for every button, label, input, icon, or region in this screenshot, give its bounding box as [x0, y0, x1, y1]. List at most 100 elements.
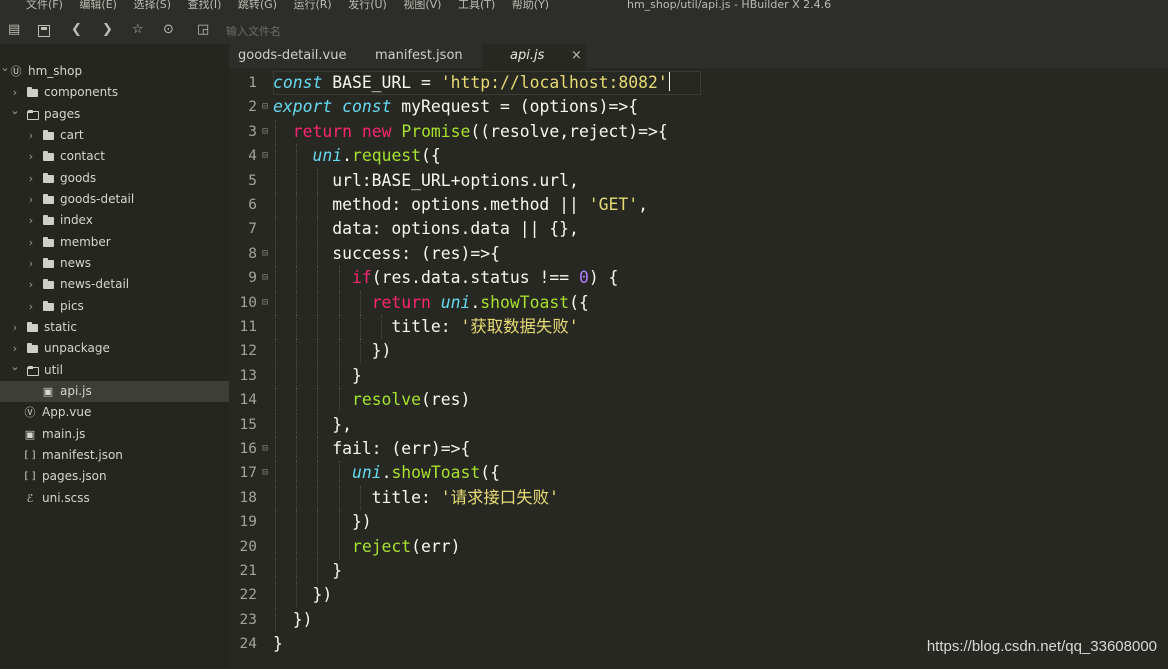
menu-find[interactable]: 查找(I) [188, 0, 222, 11]
code-line[interactable]: 10 ⊟ return uni.showToast({ [229, 290, 1168, 315]
tree-item-index[interactable]: › index [0, 210, 229, 231]
fold-icon[interactable]: ⊟ [262, 291, 268, 315]
chevron-right-icon[interactable]: › [26, 189, 36, 210]
code-line[interactable]: 7 data: options.data || {}, [229, 217, 1168, 242]
menu-edit[interactable]: 编辑(E) [79, 0, 117, 11]
chevron-down-icon[interactable]: ⌄ [10, 356, 20, 377]
code-line[interactable]: 16 ⊟ fail: (err)=>{ [229, 437, 1168, 461]
code-editor[interactable]: 1 const BASE_URL = 'http://localhost:8082… [229, 68, 1168, 669]
code-line[interactable]: 3 ⊟ return new Promise((resolve,reject)=>… [229, 119, 1168, 144]
js-file-icon: ▣ [42, 384, 54, 398]
tree-item-news-detail[interactable]: › news-detail [0, 274, 229, 295]
tree-item-cart[interactable]: › cart [0, 125, 229, 146]
chevron-right-icon[interactable]: › [26, 125, 36, 146]
code-text: }) [273, 609, 313, 629]
chevron-right-icon[interactable]: › [26, 146, 36, 167]
fold-icon[interactable]: ⊟ [262, 461, 268, 485]
chevron-right-icon[interactable]: › [26, 274, 36, 295]
code-line[interactable]: 23 }) [229, 607, 1168, 632]
line-number: 7 [248, 221, 257, 238]
tree-item-components[interactable]: › components [0, 82, 229, 103]
folder-icon [43, 172, 54, 183]
fold-icon[interactable]: ⊟ [262, 437, 268, 461]
code-line[interactable]: 8 ⊟ success: (res)=>{ [229, 241, 1168, 266]
fold-icon[interactable]: ⊟ [262, 95, 268, 119]
code-line[interactable]: 5 url:BASE_URL+options.url, [229, 168, 1168, 193]
fold-icon[interactable]: ⊟ [262, 120, 268, 144]
code-line[interactable]: 2 ⊟ export const myRequest = (options)=>{ [229, 95, 1168, 119]
code-line[interactable]: 18 title: '请求接口失败' [229, 485, 1168, 510]
fold-icon[interactable]: ⊟ [262, 242, 268, 266]
run-icon[interactable]: ⊙ [163, 23, 174, 37]
forward-icon[interactable]: ❯ [102, 23, 113, 37]
tree-item-pics[interactable]: › pics [0, 296, 229, 317]
new-file-icon[interactable]: ▤ [8, 23, 20, 37]
tree-item-pages-json[interactable]: [ ] pages.json [0, 466, 229, 487]
tree-item-pages[interactable]: ⌄ pages [0, 104, 229, 125]
code-line[interactable]: 21 } [229, 559, 1168, 583]
tab-api-js[interactable]: api.js × [482, 44, 586, 68]
line-number: 19 [239, 514, 257, 531]
tree-item-contact[interactable]: › contact [0, 146, 229, 167]
chevron-right-icon[interactable]: › [26, 232, 36, 253]
fold-icon[interactable]: ⊟ [262, 144, 268, 168]
code-line[interactable]: 20 reject(err) [229, 534, 1168, 559]
code-line[interactable]: 14 resolve(res) [229, 388, 1168, 413]
back-icon[interactable]: ❮ [71, 23, 82, 37]
tree-item-static[interactable]: › static [0, 317, 229, 338]
chevron-right-icon[interactable]: › [26, 210, 36, 231]
line-number: 11 [239, 319, 257, 335]
tree-item-api-js[interactable]: ▣ api.js [0, 380, 229, 402]
chevron-right-icon[interactable]: › [26, 296, 36, 317]
line-number: 16 [239, 441, 257, 457]
tree-item-app-vue[interactable]: Ⓥ App.vue [0, 402, 229, 423]
code-text: } [273, 365, 362, 385]
tree-item-hm-shop[interactable]: ⌄ Ⓤhm_shop [0, 61, 229, 82]
menu-view[interactable]: 视图(V) [403, 0, 441, 11]
code-line[interactable]: 1 const BASE_URL = 'http://localhost:8082… [229, 71, 1168, 95]
code-line[interactable]: 4 ⊟ uni.request({ [229, 144, 1168, 169]
menu-goto[interactable]: 跳转(G) [238, 0, 277, 11]
menu-help[interactable]: 帮助(Y) [512, 0, 549, 11]
tree-item-label: pages.json [42, 469, 107, 484]
save-icon[interactable] [38, 25, 50, 37]
tree-item-util[interactable]: ⌄ util [0, 360, 229, 381]
tree-item-label: goods-detail [60, 191, 135, 206]
code-line[interactable]: 15 }, [229, 412, 1168, 437]
code-line[interactable]: 22 }) [229, 583, 1168, 608]
code-line[interactable]: 12 }) [229, 339, 1168, 364]
tree-item-main-js[interactable]: ▣ main.js [0, 424, 229, 445]
star-icon[interactable]: ☆ [132, 23, 144, 37]
menu-run[interactable]: 运行(R) [293, 0, 331, 11]
chevron-right-icon[interactable]: › [26, 168, 36, 189]
preview-icon[interactable]: ◲ [197, 23, 209, 37]
code-line[interactable]: 11 title: '获取数据失败' [229, 315, 1168, 339]
tree-item-member[interactable]: › member [0, 232, 229, 253]
tree-item-manifest-json[interactable]: [ ] manifest.json [0, 445, 229, 466]
menu-file[interactable]: 文件(F) [26, 0, 63, 11]
menu-publish[interactable]: 发行(U) [348, 0, 387, 11]
tree-item-uni-scss[interactable]: ℰuni.scss [0, 488, 229, 509]
menu-select[interactable]: 选择(S) [133, 0, 171, 11]
tab-manifest[interactable]: manifest.json [375, 44, 485, 68]
fold-icon[interactable]: ⊟ [262, 266, 268, 290]
chevron-down-icon[interactable]: ⌄ [10, 100, 20, 121]
code-line[interactable]: 6 method: options.method || 'GET', [229, 193, 1168, 217]
file-search-input[interactable]: 输入文件名 [226, 23, 281, 39]
code-line[interactable]: 9 ⊟ if(res.data.status !== 0) { [229, 266, 1168, 291]
tree-item-goods[interactable]: › goods [0, 168, 229, 189]
tree-item-goods-detail[interactable]: › goods-detail [0, 189, 229, 210]
menu-tools[interactable]: 工具(T) [458, 0, 495, 11]
code-line[interactable]: 13 } [229, 363, 1168, 388]
tree-item-unpackage[interactable]: › unpackage [0, 338, 229, 359]
tab-goods-detail[interactable]: goods-detail.vue [238, 44, 358, 68]
line-number: 20 [239, 538, 257, 555]
chevron-right-icon[interactable]: › [10, 317, 20, 338]
close-icon[interactable]: × [571, 44, 582, 67]
line-number: 4 [248, 148, 257, 165]
tree-item-label: hm_shop [28, 64, 83, 78]
chevron-right-icon[interactable]: › [26, 253, 36, 274]
code-line[interactable]: 19 }) [229, 510, 1168, 535]
tree-item-news[interactable]: › news [0, 253, 229, 274]
code-line[interactable]: 17 ⊟ uni.showToast({ [229, 461, 1168, 486]
